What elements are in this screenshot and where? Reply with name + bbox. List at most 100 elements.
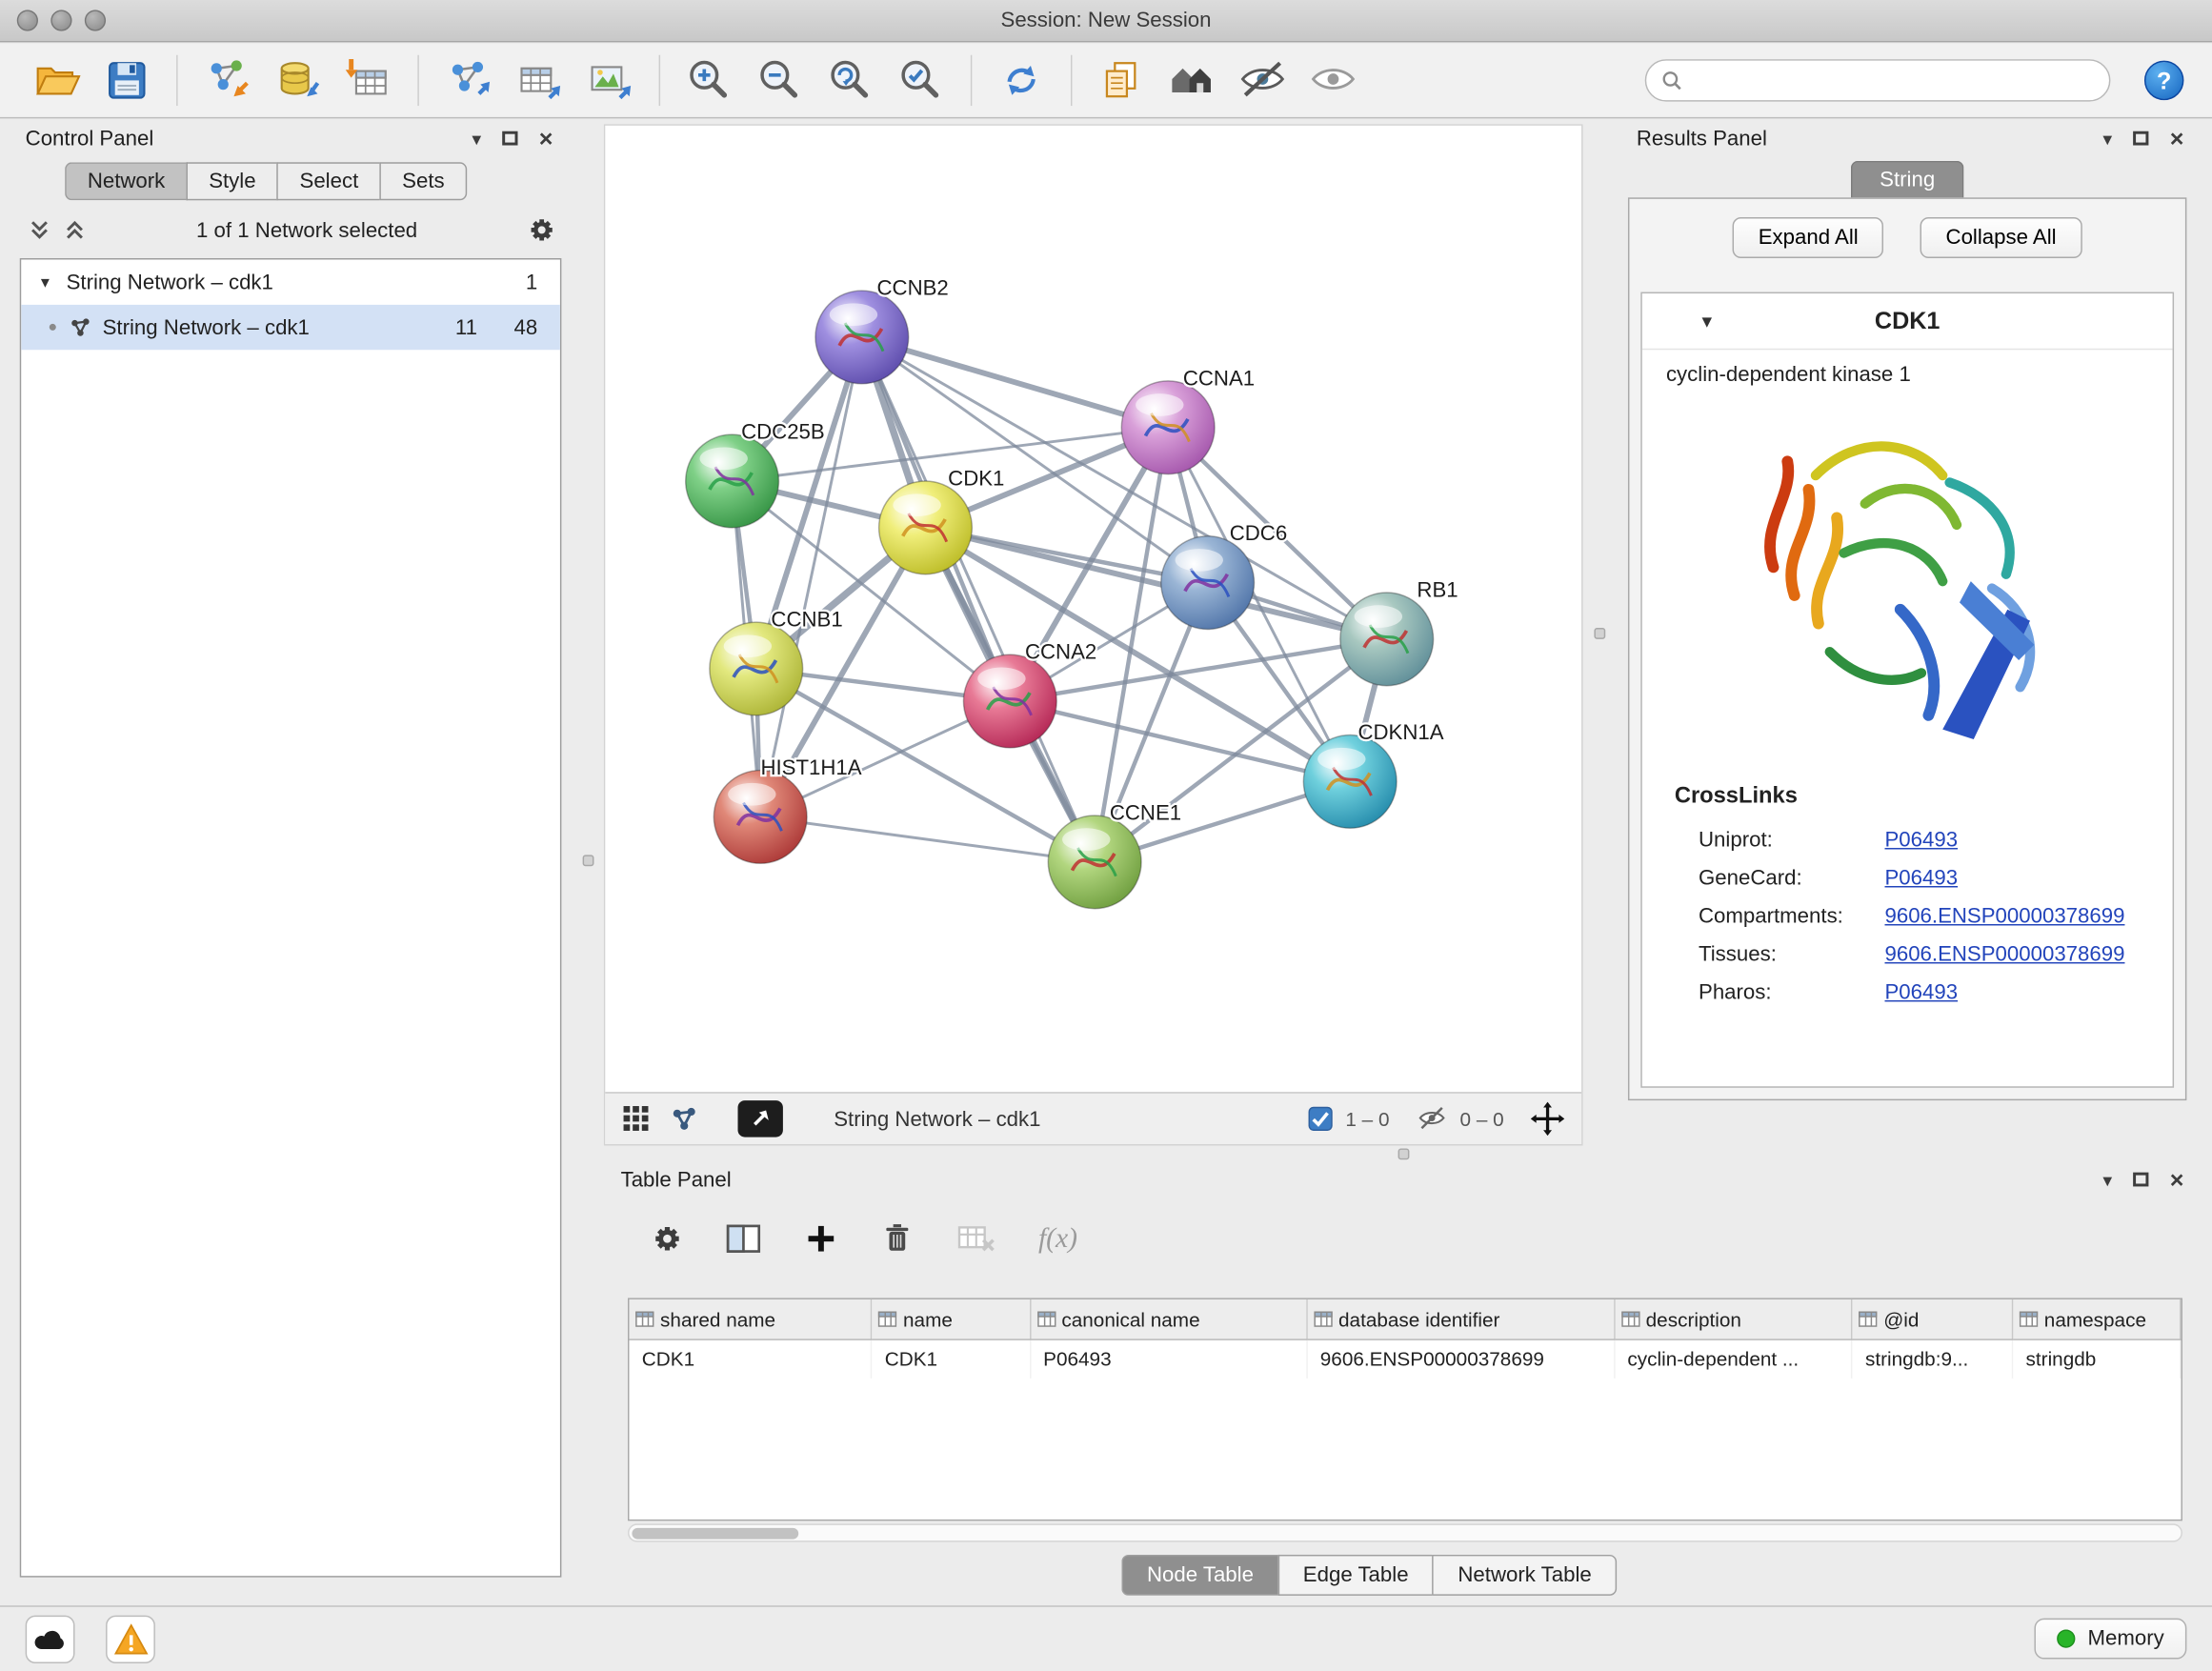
crosslink-link[interactable]: P06493	[1884, 980, 1958, 1004]
table-cell[interactable]: CDK1	[629, 1339, 871, 1378]
search-field[interactable]	[1645, 59, 2111, 101]
network-canvas[interactable]: CCNB2CCNA1CDC25BCDK1CDC6RB1CCNB1CCNA2CDK…	[605, 126, 1581, 1092]
home-button[interactable]	[1164, 52, 1220, 109]
show-columns-button[interactable]	[725, 1221, 762, 1256]
export-network-button[interactable]	[440, 52, 496, 109]
selected-checkbox-icon[interactable]	[1307, 1106, 1333, 1132]
collapse-all-icon[interactable]	[64, 219, 87, 242]
network-row-selected[interactable]: ● String Network – cdk1 11 48	[21, 305, 560, 350]
panel-menu-icon[interactable]: ▾	[2102, 130, 2112, 148]
table-horizontal-scrollbar[interactable]	[628, 1523, 2182, 1541]
column-header-database-identifier[interactable]: database identifier	[1307, 1299, 1615, 1339]
table-row[interactable]: CDK1CDK1P064939606.ENSP00000378699cyclin…	[629, 1339, 2180, 1378]
tab-node-table[interactable]: Node Table	[1121, 1555, 1277, 1596]
network-edge[interactable]	[862, 337, 1168, 428]
close-window-button[interactable]	[17, 10, 38, 30]
column-header-canonical-name[interactable]: canonical name	[1030, 1299, 1307, 1339]
export-image-button[interactable]	[581, 52, 637, 109]
hide-graphics-button[interactable]	[1235, 52, 1291, 109]
show-graphics-button[interactable]	[1305, 52, 1361, 109]
crosslink-link[interactable]: 9606.ENSP00000378699	[1884, 904, 2124, 928]
table-settings-button[interactable]	[652, 1223, 683, 1255]
network-node-ccne1[interactable]	[1048, 815, 1141, 909]
tab-sets[interactable]: Sets	[379, 162, 467, 200]
birdseye-toggle-button[interactable]	[738, 1100, 783, 1137]
panel-float-icon[interactable]	[502, 131, 517, 146]
help-button[interactable]: ?	[2144, 61, 2183, 100]
panel-menu-icon[interactable]: ▾	[472, 130, 481, 148]
panel-close-icon[interactable]: ×	[2170, 1167, 2184, 1191]
grid-view-button[interactable]	[622, 1105, 651, 1134]
right-splitter-handle[interactable]	[1594, 628, 1605, 639]
table-cell[interactable]: 9606.ENSP00000378699	[1307, 1339, 1615, 1378]
save-session-button[interactable]	[99, 52, 155, 109]
network-node-cdc25b[interactable]	[686, 434, 779, 528]
network-collection-row[interactable]: ▾ String Network – cdk1 1	[21, 259, 560, 304]
collapse-icon[interactable]: ▾	[35, 272, 55, 292]
bottom-splitter-handle[interactable]	[1398, 1148, 1410, 1159]
table-cell[interactable]: P06493	[1030, 1339, 1307, 1378]
tab-style[interactable]: Style	[187, 162, 277, 200]
delete-column-button[interactable]	[880, 1220, 915, 1258]
zoom-fit-button[interactable]	[822, 52, 878, 109]
zoom-selected-button[interactable]	[893, 52, 949, 109]
column-header-description[interactable]: description	[1614, 1299, 1852, 1339]
hidden-eye-slash-icon[interactable]	[1417, 1105, 1448, 1134]
left-splitter-handle[interactable]	[583, 855, 594, 866]
gear-icon[interactable]	[528, 216, 556, 245]
network-view[interactable]: CCNB2CCNA1CDC25BCDK1CDC6RB1CCNB1CCNA2CDK…	[604, 124, 1583, 1145]
scrollbar-thumb[interactable]	[632, 1528, 798, 1540]
panel-close-icon[interactable]: ×	[539, 127, 553, 151]
warnings-button[interactable]	[106, 1615, 155, 1662]
table-cell[interactable]: stringdb	[2012, 1339, 2180, 1378]
panel-menu-icon[interactable]: ▾	[2102, 1170, 2112, 1188]
import-network-from-database-button[interactable]	[270, 52, 326, 109]
column-header-shared-name[interactable]: shared name	[629, 1299, 871, 1339]
expand-all-icon[interactable]	[29, 219, 51, 242]
network-node-cdkn1a[interactable]	[1303, 735, 1397, 829]
pan-move-icon[interactable]	[1531, 1102, 1565, 1137]
network-edge[interactable]	[760, 337, 862, 817]
network-node-cdc6[interactable]	[1161, 536, 1255, 630]
tab-select[interactable]: Select	[277, 162, 380, 200]
cloud-status-button[interactable]	[26, 1615, 75, 1662]
tab-edge-table[interactable]: Edge Table	[1277, 1555, 1433, 1596]
zoom-out-button[interactable]	[752, 52, 808, 109]
search-input[interactable]	[1692, 70, 2096, 92]
export-table-button[interactable]	[511, 52, 567, 109]
network-node-ccna2[interactable]	[963, 654, 1056, 748]
tab-network[interactable]: Network	[65, 162, 186, 200]
crosslink-link[interactable]: P06493	[1884, 828, 1958, 852]
collapse-gene-icon[interactable]: ▼	[1699, 312, 1716, 332]
column-header--id[interactable]: @id	[1852, 1299, 2013, 1339]
table-cell[interactable]: cyclin-dependent ...	[1614, 1339, 1852, 1378]
import-table-from-file-button[interactable]	[340, 52, 396, 109]
column-header-namespace[interactable]: namespace	[2012, 1299, 2180, 1339]
zoom-window-button[interactable]	[85, 10, 106, 30]
minimize-window-button[interactable]	[50, 10, 71, 30]
network-edge[interactable]	[760, 816, 1095, 861]
open-session-button[interactable]	[29, 52, 85, 109]
panel-float-icon[interactable]	[2133, 1173, 2148, 1187]
zoom-in-button[interactable]	[681, 52, 737, 109]
network-node-hist1h1a[interactable]	[714, 771, 807, 864]
network-node-ccnb1[interactable]	[710, 622, 803, 715]
table-cell[interactable]: CDK1	[872, 1339, 1030, 1378]
panel-close-icon[interactable]: ×	[2170, 127, 2184, 151]
column-header-name[interactable]: name	[872, 1299, 1030, 1339]
network-overview-button[interactable]	[670, 1105, 698, 1134]
table-cell[interactable]: stringdb:9...	[1852, 1339, 2013, 1378]
memory-button[interactable]: Memory	[2034, 1619, 2186, 1660]
network-node-rb1[interactable]	[1340, 593, 1434, 686]
apply-layout-button[interactable]	[994, 52, 1050, 109]
tab-string[interactable]: String	[1851, 161, 1963, 199]
copy-button[interactable]	[1094, 52, 1150, 109]
add-column-button[interactable]	[804, 1221, 838, 1256]
tab-network-table[interactable]: Network Table	[1433, 1555, 1618, 1596]
crosslink-link[interactable]: P06493	[1884, 866, 1958, 890]
expand-all-button[interactable]: Expand All	[1733, 217, 1883, 258]
network-node-cdk1[interactable]	[879, 481, 973, 574]
import-network-from-file-button[interactable]	[199, 52, 255, 109]
network-node-ccna1[interactable]	[1121, 381, 1215, 474]
collapse-all-button[interactable]: Collapse All	[1920, 217, 2081, 258]
